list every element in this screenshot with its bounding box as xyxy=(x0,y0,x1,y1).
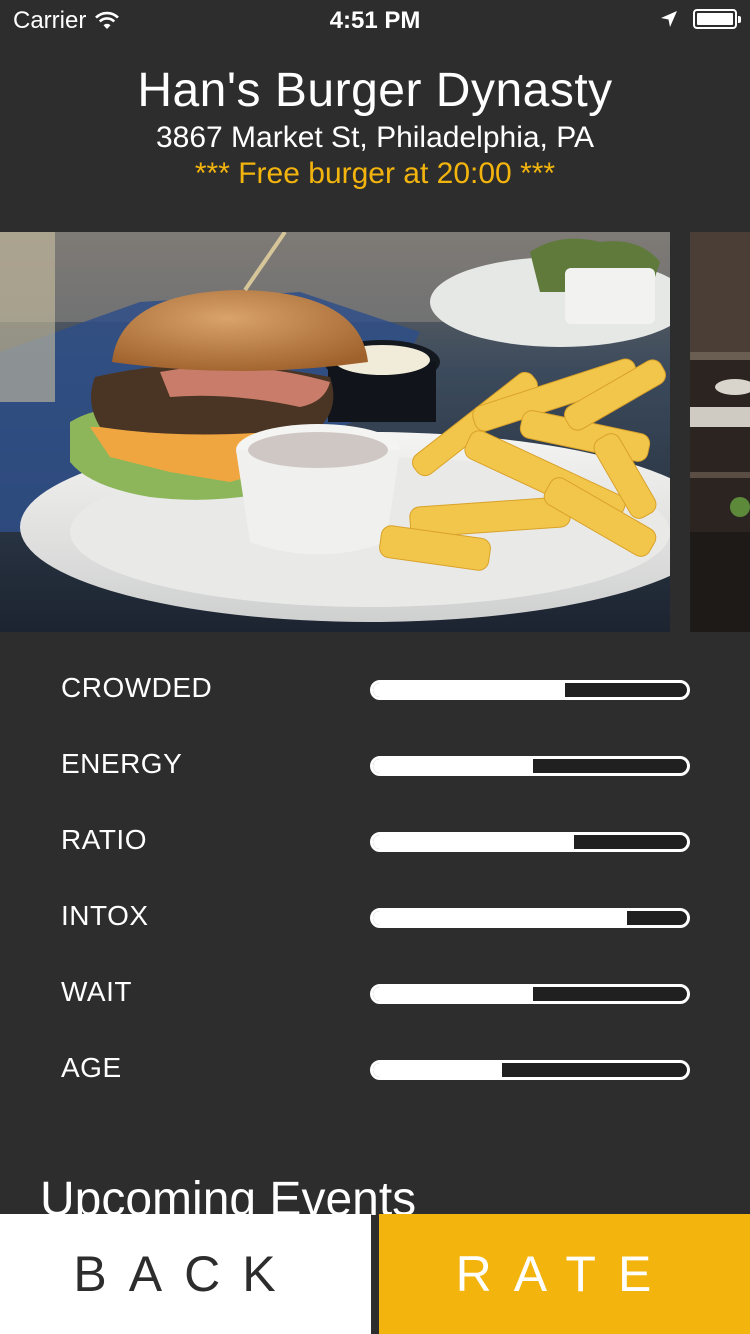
rate-button[interactable]: RATE xyxy=(379,1214,750,1334)
battery-icon xyxy=(693,9,741,29)
stat-label: RATIO xyxy=(61,824,147,855)
venue-photo-burger[interactable] xyxy=(0,232,670,632)
stat-label: AGE xyxy=(61,1052,122,1083)
status-right xyxy=(659,9,741,29)
stat-row-crowded: CROWDED xyxy=(0,652,750,728)
back-button[interactable]: BACK xyxy=(0,1214,371,1334)
stat-row-wait: WAIT xyxy=(0,956,750,1032)
stat-bar-fill xyxy=(373,911,628,925)
stat-label: ENERGY xyxy=(61,748,183,779)
status-time: 4:51 PM xyxy=(329,7,421,34)
stat-bar xyxy=(370,756,690,776)
stat-bar-fill xyxy=(373,987,534,1001)
stat-bar xyxy=(370,984,690,1004)
status-bar: Carrier 4:51 PM xyxy=(0,0,750,40)
stat-label: WAIT xyxy=(61,976,132,1007)
stat-bar xyxy=(370,1060,690,1080)
stat-bar xyxy=(370,908,690,928)
stat-row-age: AGE xyxy=(0,1032,750,1108)
stat-bar-fill xyxy=(373,759,534,773)
interior-photo-illustration xyxy=(690,232,750,632)
venue-name: Han's Burger Dynasty xyxy=(137,64,613,117)
location-arrow-icon xyxy=(661,11,677,27)
stat-row-intox: INTOX xyxy=(0,880,750,956)
stat-bar xyxy=(370,680,690,700)
burger-photo-illustration xyxy=(0,232,670,632)
stat-bar xyxy=(370,832,690,852)
stat-row-ratio: RATIO xyxy=(0,804,750,880)
venue-photo-interior[interactable] xyxy=(690,232,750,632)
stat-bar-fill xyxy=(373,683,565,697)
stat-bar-fill xyxy=(373,1063,502,1077)
venue-promo: *** Free burger at 20:00 *** xyxy=(194,157,556,190)
venue-address: 3867 Market St, Philadelphia, PA xyxy=(155,121,595,154)
stat-label: CROWDED xyxy=(61,672,213,703)
stat-row-energy: ENERGY xyxy=(0,728,750,804)
stat-bar-fill xyxy=(373,835,574,849)
stat-label: INTOX xyxy=(61,900,149,931)
